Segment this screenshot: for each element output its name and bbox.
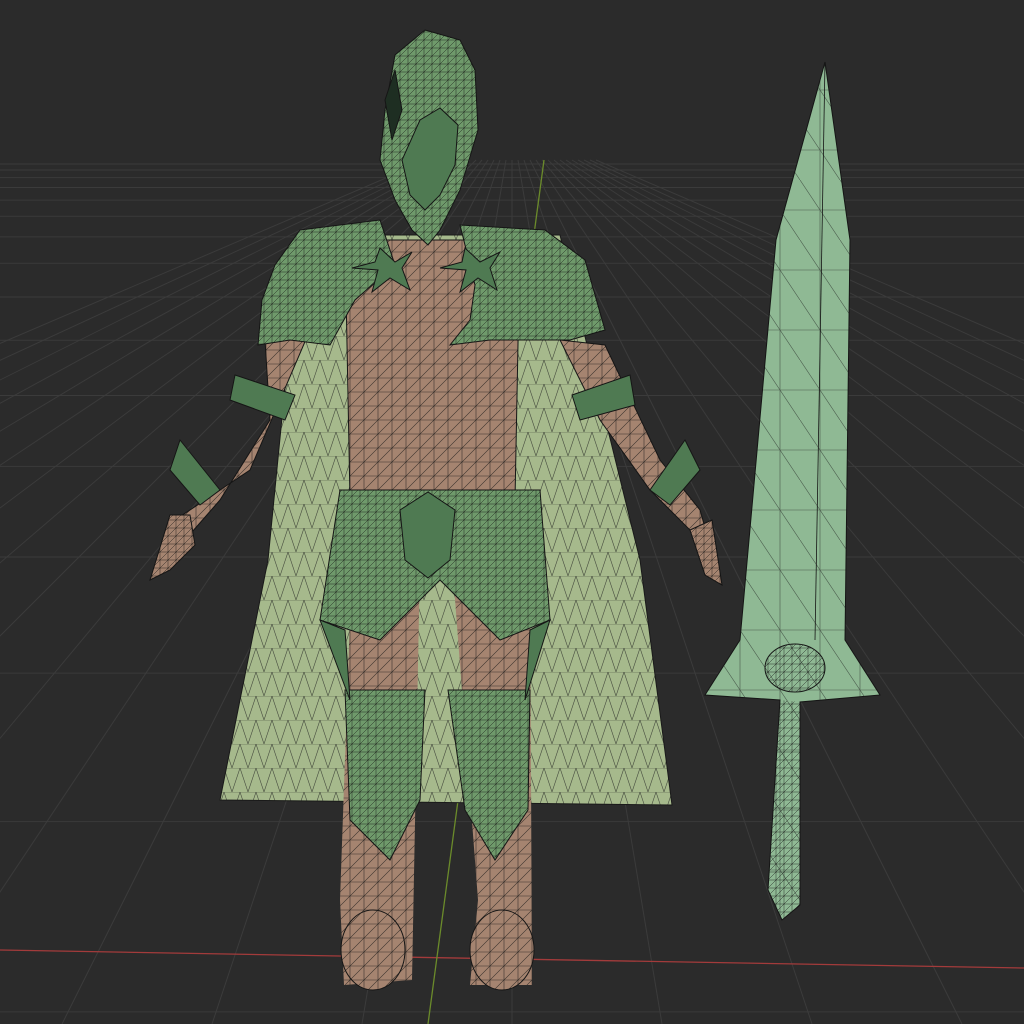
viewport-canvas[interactable] bbox=[0, 0, 1024, 1024]
helmet bbox=[379, 29, 479, 246]
3d-viewport[interactable] bbox=[0, 0, 1024, 1024]
greatsword-mesh[interactable] bbox=[704, 61, 881, 921]
knight-mesh[interactable] bbox=[149, 29, 723, 991]
